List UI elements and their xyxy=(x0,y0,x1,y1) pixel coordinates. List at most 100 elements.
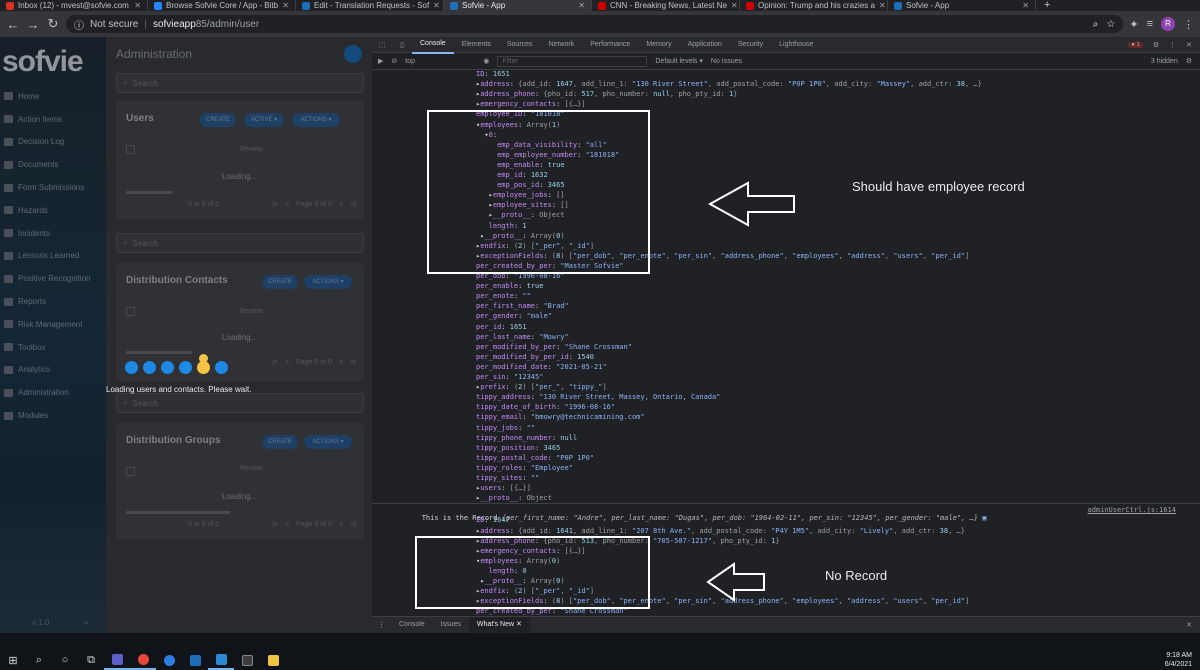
console-log-line: per_enote: "" xyxy=(476,292,531,301)
close-icon[interactable]: ✕ xyxy=(1022,1,1029,10)
browser-tab[interactable]: Opinion: Trump and his crazies a ✕ xyxy=(740,0,888,11)
forward-icon[interactable]: → xyxy=(26,17,40,32)
console-log-line: tippy_roles: "Employee" xyxy=(476,463,573,472)
loading-dot xyxy=(161,361,174,374)
reload-icon[interactable]: ↻ xyxy=(46,16,60,32)
system-clock[interactable]: 9:18 AM 6/4/2021 xyxy=(1165,651,1200,669)
tab-network[interactable]: Network xyxy=(541,37,583,53)
more-options-icon[interactable]: ⋮ xyxy=(1169,41,1176,49)
search-icon[interactable]: ⌕ xyxy=(26,650,52,670)
devtools-tabbar: ⬚ ▯ Console Elements Sources Network Per… xyxy=(372,36,1200,54)
source-link[interactable]: adminUserCtrl.js:1614 xyxy=(1087,506,1176,514)
close-icon[interactable]: ✕ xyxy=(282,1,289,10)
sofvie-icon xyxy=(894,1,902,10)
console-log-line[interactable]: ▸__proto__: Object xyxy=(476,494,552,502)
loading-dot xyxy=(125,361,138,374)
close-icon[interactable]: ✕ xyxy=(879,1,886,10)
log-levels-select[interactable]: Default levels ▾ xyxy=(655,57,702,65)
annotation-no-record: No Record xyxy=(825,568,888,583)
browser-tab[interactable]: Inbox (12) - mvest@sofvie.com ✕ xyxy=(0,0,148,11)
filter-input[interactable]: Filter xyxy=(497,55,648,67)
tab-application[interactable]: Application xyxy=(680,37,730,53)
console-log-line: ID: 1647 xyxy=(476,516,510,525)
reading-list-icon[interactable]: ≡ xyxy=(1147,18,1153,30)
console-log-line: tippy_address: "130 River Street, Massey… xyxy=(476,393,721,402)
close-icon[interactable]: ✕ xyxy=(516,621,522,628)
console-log-line[interactable]: ▸prefix: (2) ["per_", "tippy_"] xyxy=(476,383,607,391)
teams-icon[interactable] xyxy=(104,650,130,670)
clear-console-icon[interactable]: ⊘ xyxy=(391,57,397,65)
security-label: Not secure xyxy=(90,18,139,30)
context-select[interactable]: top xyxy=(405,58,475,65)
annotation-should-have-record: Should have employee record xyxy=(852,179,1025,194)
console-log-line: tippy_date_of_birth: "1996-08-16" xyxy=(476,403,616,412)
tab-elements[interactable]: Elements xyxy=(454,37,499,53)
url-input[interactable]: ⓘ Not secure | sofvieapp85/admin/user ⌕ … xyxy=(66,15,1124,33)
drawer-tab-issues[interactable]: Issues xyxy=(433,617,469,633)
taskbar-gap xyxy=(0,633,1200,650)
screen: Inbox (12) - mvest@sofvie.com ✕ Browse So… xyxy=(0,0,1200,670)
terminal-icon[interactable] xyxy=(234,650,260,670)
inspect-icon[interactable]: ⬚ xyxy=(372,41,392,49)
profile-avatar[interactable]: R xyxy=(1161,17,1175,31)
tab-memory[interactable]: Memory xyxy=(638,37,679,53)
close-icon[interactable]: ✕ xyxy=(134,1,141,10)
close-icon[interactable]: ✕ xyxy=(578,1,585,10)
sofvie-app-icon[interactable] xyxy=(182,650,208,670)
console-log-line[interactable]: ▸address: {add_id: 1647, add_line_1: "13… xyxy=(476,80,982,88)
file-explorer-icon[interactable] xyxy=(260,650,286,670)
device-toolbar-icon[interactable]: ▯ xyxy=(392,41,412,49)
chrome-icon[interactable] xyxy=(130,650,156,670)
browser-tab[interactable]: Sofvie - App ✕ xyxy=(888,0,1036,11)
drawer-tab-console[interactable]: Console xyxy=(391,617,433,633)
new-tab-icon[interactable]: + xyxy=(1036,0,1058,11)
tab-sources[interactable]: Sources xyxy=(499,37,541,53)
console-log-line: per_modified_by_per: "Shane Crossman" xyxy=(476,342,632,351)
maps-icon[interactable] xyxy=(156,650,182,670)
back-icon[interactable]: ← xyxy=(6,17,20,32)
sidebar-toggle-icon[interactable]: ▶ xyxy=(378,57,383,65)
loading-dot xyxy=(197,361,210,374)
browser-tab[interactable]: Browse Sofvie Core / App - Bitb ✕ xyxy=(148,0,296,11)
console-log-line[interactable]: ▸address_phone: {pho_id: 517, pho_number… xyxy=(476,90,737,98)
close-icon[interactable]: ✕ xyxy=(731,1,738,10)
windows-start-icon[interactable]: ⊞ xyxy=(0,650,26,670)
issues-link[interactable]: No Issues xyxy=(711,58,742,65)
zoom-icon[interactable]: ⌕ xyxy=(1093,19,1099,30)
tab-security[interactable]: Security xyxy=(730,37,771,53)
loading-spinner xyxy=(125,361,228,374)
settings-gear-icon[interactable]: ⚙ xyxy=(1153,41,1159,49)
tab-performance[interactable]: Performance xyxy=(582,37,638,53)
browser-tab[interactable]: Edit - Translation Requests - Sof ✕ xyxy=(296,0,444,11)
console-settings-icon[interactable]: ⚙ xyxy=(1186,57,1200,65)
highlight-box-employee xyxy=(427,110,650,274)
console-log-line[interactable]: ▸users: [{…}] xyxy=(476,484,531,492)
vscode-icon[interactable] xyxy=(208,650,234,670)
console-log-line: tippy_sites: "" xyxy=(476,474,540,482)
console-log-line: tippy_phone_number: null xyxy=(476,433,578,442)
close-icon[interactable]: ✕ xyxy=(433,1,440,10)
console-log-line: tippy_postal_code: "P0P 1P0" xyxy=(476,453,595,462)
cortana-icon[interactable]: ○ xyxy=(52,650,78,670)
console-log-line[interactable]: ▸emergency_contacts: [{…}] xyxy=(476,100,586,108)
close-devtools-icon[interactable]: ✕ xyxy=(1186,41,1192,49)
log-record-summary[interactable]: {per_first_name: "Andre", per_last_name:… xyxy=(502,514,978,522)
browser-tab[interactable]: CNN - Breaking News, Latest Ne ✕ xyxy=(592,0,740,11)
tab-lighthouse[interactable]: Lighthouse xyxy=(771,37,821,53)
sofvie-icon xyxy=(450,1,458,10)
sofvie-icon xyxy=(302,1,310,10)
error-count-badge[interactable]: ● 1 xyxy=(1128,41,1143,48)
drawer-menu-icon[interactable]: ⋮ xyxy=(372,621,391,629)
console-log-line: per_first_name: "Brad" xyxy=(476,302,569,311)
browser-tab-active[interactable]: Sofvie - App ✕ xyxy=(444,0,592,11)
tab-console[interactable]: Console xyxy=(412,36,454,54)
bookmark-star-icon[interactable]: ☆ xyxy=(1106,19,1115,30)
extensions-icon[interactable]: ✦ xyxy=(1129,18,1138,31)
menu-icon[interactable]: ⋮ xyxy=(1183,18,1194,31)
console-log-line: tippy_position: 3465 xyxy=(476,443,561,452)
close-drawer-icon[interactable]: ✕ xyxy=(1186,621,1200,629)
eye-icon[interactable]: ◉ xyxy=(483,57,489,65)
console-log-line[interactable]: ▸address: {add_id: 1641, add_line_1: "20… xyxy=(476,527,965,535)
drawer-tab-whats-new[interactable]: What's New ✕ xyxy=(468,617,530,633)
task-view-icon[interactable]: ⧉ xyxy=(78,650,104,670)
